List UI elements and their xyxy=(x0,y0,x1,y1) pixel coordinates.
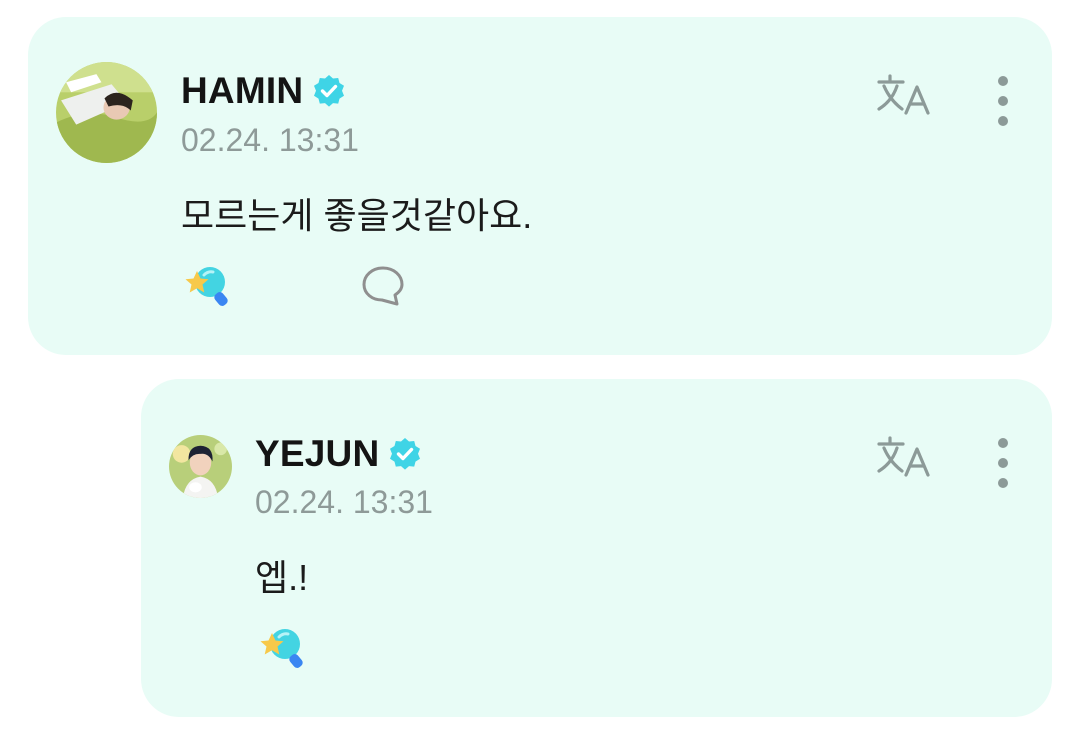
more-options-icon[interactable] xyxy=(996,76,1010,136)
verified-badge-icon xyxy=(390,438,421,470)
author-row: HAMIN xyxy=(181,69,347,113)
avatar-yejun-image xyxy=(169,435,232,498)
lightstick-icon[interactable] xyxy=(180,263,234,309)
author-row: YEJUN xyxy=(255,432,423,476)
author-name[interactable]: YEJUN xyxy=(255,433,379,475)
more-options-icon[interactable] xyxy=(996,438,1010,498)
translate-icon[interactable] xyxy=(876,435,934,479)
author-name[interactable]: HAMIN xyxy=(181,70,303,112)
lightstick-icon[interactable] xyxy=(255,625,309,671)
verified-badge-icon xyxy=(314,75,345,107)
post-timestamp: 02.24. 13:31 xyxy=(181,122,359,158)
avatar-hamin[interactable] xyxy=(56,62,157,163)
post-card-yejun: YEJUN 02.24. 13:31 엡.! xyxy=(141,379,1052,717)
post-timestamp: 02.24. 13:31 xyxy=(255,484,433,520)
comment-bubble-icon[interactable] xyxy=(361,265,405,307)
avatar-yejun[interactable] xyxy=(169,435,232,498)
post-message: 모르는게 좋을것같아요. xyxy=(181,195,533,236)
post-message: 엡.! xyxy=(255,557,309,598)
translate-icon[interactable] xyxy=(876,73,934,117)
post-card-hamin: HAMIN 02.24. 13:31 모르는게 좋을것같아요. xyxy=(28,17,1052,355)
avatar-hamin-image xyxy=(56,62,157,163)
